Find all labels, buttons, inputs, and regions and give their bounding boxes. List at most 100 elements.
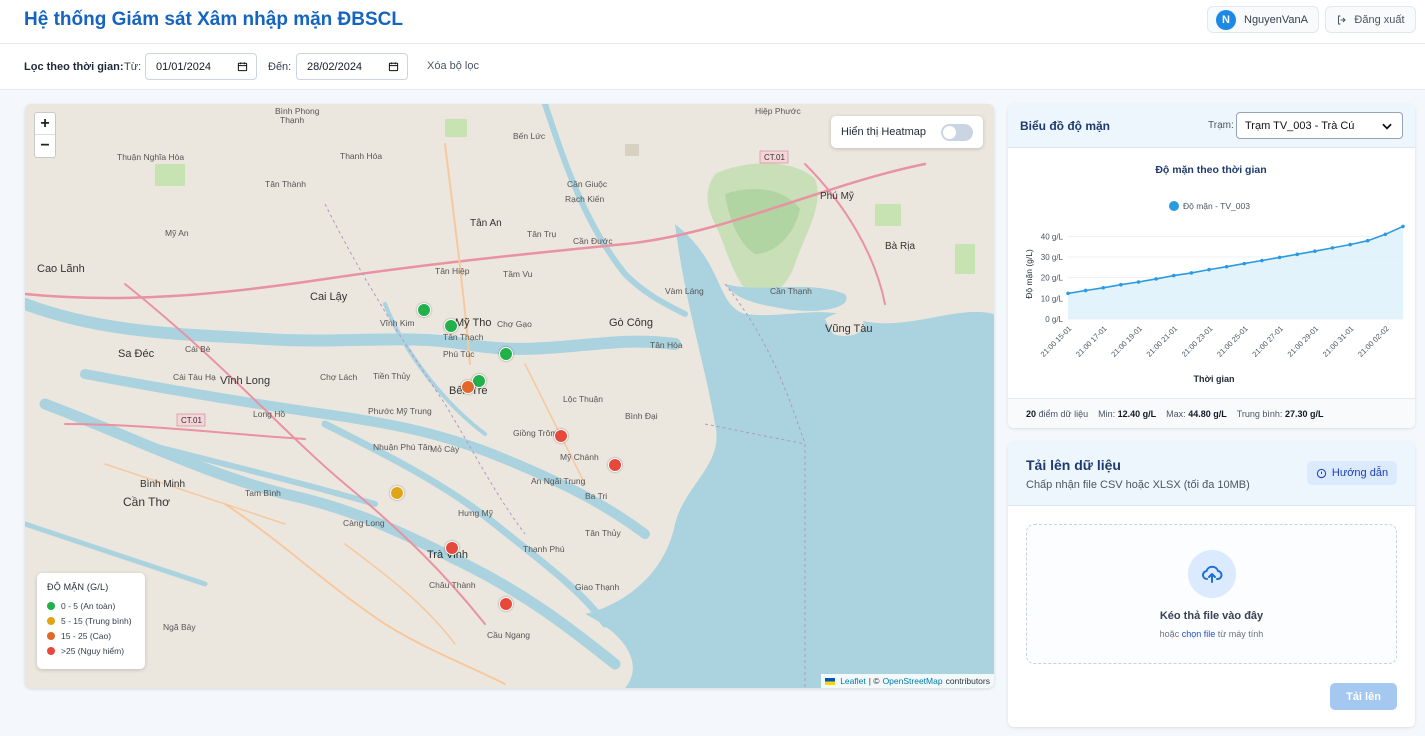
data-point[interactable] — [1224, 264, 1229, 269]
series-area — [1068, 226, 1403, 319]
upload-cloud-icon — [1188, 550, 1236, 598]
map-label: Cần Thơ — [123, 495, 170, 509]
station-select-value: Trạm TV_003 - Trà Cú — [1245, 119, 1355, 132]
station-marker[interactable] — [499, 347, 513, 361]
legend-item: 5 - 15 (Trung bình) — [47, 613, 135, 628]
filter-bar: Lọc theo thời gian: Từ: 01/01/2024 Đến: … — [0, 44, 1425, 90]
date-from-input[interactable]: 01/01/2024 — [145, 53, 257, 80]
map-label: Tân Hiệp — [435, 266, 470, 276]
map-label: Tân Thạch — [443, 332, 484, 342]
map-label: Sa Đéc — [118, 348, 155, 360]
app-header: Hệ thống Giám sát Xâm nhập mặn ĐBSCL N N… — [0, 0, 1425, 44]
station-marker[interactable] — [390, 486, 404, 500]
y-tick-label: 10 g/L — [1041, 294, 1064, 303]
map-label: Ngã Bảy — [163, 622, 196, 632]
x-tick-label: 21:00 02-02 — [1356, 324, 1391, 359]
map-label: Cần Đước — [573, 236, 613, 246]
map-label: Vũng Tàu — [825, 323, 873, 335]
calendar-icon[interactable] — [388, 61, 399, 72]
upload-subtitle: Chấp nhận file CSV hoặc XLSX (tối đa 10M… — [1026, 479, 1250, 491]
map-attribution: Leaflet | © OpenStreetMap contributors — [821, 674, 994, 688]
file-dropzone[interactable]: Kéo thả file vào đây hoặc chọn file từ m… — [1026, 524, 1397, 664]
data-point[interactable] — [1083, 288, 1088, 293]
choose-file-link[interactable]: chọn file — [1182, 629, 1216, 639]
stat-count: 20 điểm dữ liệu — [1026, 409, 1088, 419]
data-point[interactable] — [1242, 261, 1247, 266]
legend-swatch — [47, 601, 55, 610]
stat-count-value: 20 — [1026, 408, 1037, 419]
map-label: Cao Lãnh — [37, 263, 85, 275]
zoom-in-button[interactable]: + — [35, 113, 55, 135]
zoom-out-button[interactable]: − — [35, 135, 55, 157]
y-axis-label: Độ mặn (g/L) — [1024, 249, 1034, 299]
heatmap-label: Hiển thị Heatmap — [841, 126, 926, 138]
date-to-input[interactable]: 28/02/2024 — [296, 53, 408, 80]
salinity-map[interactable]: Bình Phong Thạnh Thuận Nghĩa Hòa Mỹ An C… — [25, 104, 994, 688]
chart-legend-label: Độ mặn - TV_003 — [1183, 201, 1250, 211]
map-label: Gò Công — [609, 317, 653, 329]
x-axis-label: Thời gian — [1194, 374, 1235, 384]
map-label: Rạch Kiến — [565, 194, 604, 204]
legend-item: 15 - 25 (Cao) — [47, 628, 135, 643]
map-label: Cầu Ngang — [487, 630, 530, 640]
y-tick-label: 30 g/L — [1041, 253, 1064, 262]
avatar: N — [1216, 9, 1236, 30]
clear-filter-button[interactable]: Xóa bộ lọc — [427, 60, 479, 72]
osm-link[interactable]: OpenStreetMap — [883, 676, 943, 686]
station-select[interactable]: Trạm TV_003 - Trà Cú — [1236, 112, 1403, 139]
x-tick-label: 21:00 19-01 — [1109, 324, 1144, 359]
chart-card-title: Biểu đồ độ mặn — [1020, 119, 1110, 133]
dropzone-prefix: hoặc — [1159, 629, 1180, 639]
data-point[interactable] — [1277, 255, 1282, 260]
data-point[interactable] — [1365, 238, 1370, 243]
data-point[interactable] — [1383, 232, 1388, 237]
heatmap-switch[interactable] — [941, 123, 973, 141]
data-point[interactable] — [1401, 224, 1405, 229]
map-label: Tân Trụ — [527, 229, 557, 239]
legend-swatch — [47, 646, 55, 655]
map-label: Lộc Thuận — [563, 394, 603, 404]
data-point[interactable] — [1189, 271, 1194, 275]
x-tick-label: 21:00 25-01 — [1215, 324, 1250, 359]
leaflet-link[interactable]: Leaflet — [840, 676, 866, 686]
logout-button[interactable]: Đăng xuất — [1325, 6, 1416, 33]
stat-min: Min: 12.40 g/L — [1098, 409, 1156, 419]
stat-avg-value: 27.30 g/L — [1284, 408, 1324, 419]
legend-swatch — [47, 616, 55, 625]
data-point[interactable] — [1330, 246, 1335, 250]
upload-button[interactable]: Tải lên — [1330, 683, 1397, 710]
station-marker[interactable] — [417, 303, 431, 317]
guide-button[interactable]: Hướng dẫn — [1307, 461, 1397, 485]
x-tick-label: 21:00 31-01 — [1321, 324, 1356, 359]
upload-title: Tải lên dữ liệu — [1026, 457, 1121, 473]
data-point[interactable] — [1154, 277, 1158, 281]
x-tick-label: 21:00 23-01 — [1180, 324, 1215, 359]
station-marker[interactable] — [608, 458, 622, 472]
salinity-chart-card: Biểu đồ độ mặn Trạm: Trạm TV_003 - Trà C… — [1008, 104, 1415, 428]
user-menu[interactable]: N NguyenVanA — [1207, 6, 1320, 33]
map-label: Ba Tri — [585, 491, 607, 501]
x-tick-label: 21:00 29-01 — [1286, 324, 1321, 359]
data-point[interactable] — [1313, 249, 1317, 254]
data-point[interactable] — [1207, 267, 1211, 272]
data-point[interactable] — [1119, 282, 1123, 287]
data-point[interactable] — [1101, 285, 1106, 290]
data-point[interactable] — [1066, 291, 1070, 296]
data-point[interactable] — [1136, 280, 1141, 284]
station-marker[interactable] — [461, 380, 475, 394]
attribution-tail: contributors — [945, 676, 990, 686]
y-tick-label: 20 g/L — [1041, 274, 1064, 283]
data-point[interactable] — [1295, 252, 1300, 257]
station-marker[interactable] — [444, 319, 458, 333]
map-label: Mỹ Chánh — [560, 452, 599, 462]
data-point[interactable] — [1260, 258, 1264, 263]
calendar-icon[interactable] — [237, 61, 248, 72]
station-marker[interactable] — [499, 597, 513, 611]
station-marker[interactable] — [554, 429, 568, 443]
data-point[interactable] — [1348, 242, 1352, 247]
map-label: Tân An — [470, 218, 502, 229]
switch-knob — [943, 125, 956, 139]
map-label: Mỹ Tho — [455, 317, 491, 329]
data-point[interactable] — [1171, 273, 1176, 278]
station-marker[interactable] — [445, 541, 459, 555]
